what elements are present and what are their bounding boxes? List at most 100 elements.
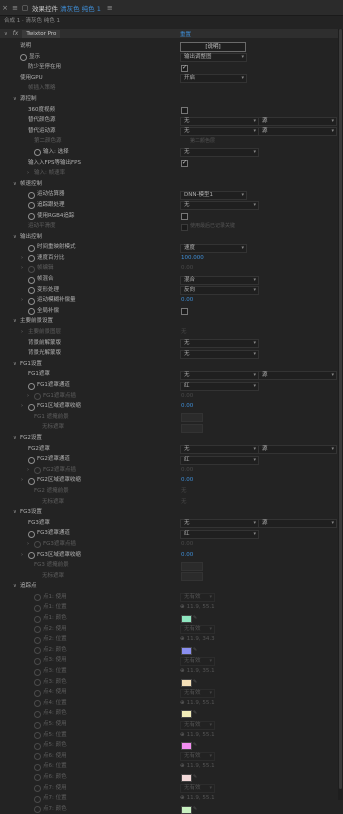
property-dropdown[interactable]: 无 ▾ [180,370,259,380]
property-checkbox[interactable] [181,223,188,231]
stopwatch-icon[interactable] [34,806,41,814]
property-dropdown[interactable]: 无 ▾ [180,201,259,211]
property-value[interactable]: 100.000 [181,253,204,264]
property-value[interactable]: 0.00 [181,475,193,486]
close-icon[interactable]: × [0,3,10,13]
reset-link[interactable]: 重置 [180,30,191,38]
panel-menu-icon[interactable]: ≡ [107,4,113,12]
property-value[interactable]: 无 [181,327,187,338]
stopwatch-icon[interactable] [34,785,41,793]
stopwatch-icon[interactable] [28,255,35,263]
twirl-open-icon[interactable]: ∨ [13,581,17,592]
property-dropdown[interactable]: 无 ▾ [180,445,259,455]
twirl-open-icon[interactable]: ∨ [13,94,17,105]
property-checkbox[interactable] [181,308,188,316]
property-dropdown[interactable]: 反向 ▾ [180,286,259,296]
property-checkbox[interactable] [181,213,188,220]
property-dropdown[interactable]: 输出调整图 ▾ [180,53,247,63]
twirl-open-icon[interactable]: ∨ [13,433,17,444]
scroll-thumb[interactable] [339,29,342,789]
property-dropdown[interactable]: 无 ▾ [180,116,259,126]
twirl-closed-icon[interactable]: › [27,168,29,179]
property-dropdown[interactable]: 红 ▾ [180,381,259,391]
property-dropdown-secondary[interactable]: 源 ▾ [258,116,337,126]
color-swatch[interactable] [181,678,192,687]
stopwatch-icon[interactable] [20,54,27,62]
eyedropper-icon[interactable]: ✎ [193,645,197,656]
property-checkbox[interactable] [181,158,188,169]
property-value[interactable]: 0.00 [181,539,193,550]
stopwatch-icon[interactable] [34,753,41,761]
scrollbar[interactable] [338,29,343,800]
twirl-open-icon[interactable]: ∨ [4,31,8,37]
eyedropper-icon[interactable]: ✎ [193,740,197,751]
property-dropdown[interactable]: 无 ▾ [180,519,259,529]
lock-icon[interactable]: ▢ [20,3,30,13]
color-swatch[interactable] [181,742,192,751]
property-dropdown[interactable]: 无 ▾ [180,148,259,158]
point-value[interactable]: ⊕ 11.9, 35.1 [180,666,215,677]
stopwatch-icon[interactable] [28,213,35,220]
stopwatch-icon[interactable] [34,393,41,401]
crosshair-icon[interactable]: ⊕ [180,732,185,738]
stopwatch-icon[interactable] [28,308,35,316]
stopwatch-icon[interactable] [34,732,41,740]
eyedropper-icon[interactable]: ✎ [193,772,197,783]
property-dropdown[interactable]: DNN-模型1 ▾ [180,190,247,200]
stopwatch-icon[interactable] [34,594,41,602]
stopwatch-icon[interactable] [34,149,41,157]
stopwatch-icon[interactable] [34,710,41,718]
stopwatch-icon[interactable] [34,647,41,655]
stopwatch-icon[interactable] [28,456,35,464]
property-checkbox[interactable] [181,63,188,73]
property-dropdown-secondary[interactable]: 源 ▾ [258,519,337,529]
color-swatch[interactable] [181,615,192,624]
property-dropdown-secondary[interactable]: 源 ▾ [258,370,337,380]
eyedropper-icon[interactable]: ✎ [193,613,197,624]
point-value[interactable]: ⊕ 11.9, 55.1 [180,761,215,772]
eyedropper-icon[interactable]: ✎ [193,677,197,688]
stopwatch-icon[interactable] [34,615,41,623]
fx-toggle-icon[interactable]: fx [13,30,19,37]
property-dropdown[interactable]: 无 ▾ [180,349,259,359]
twirl-closed-icon[interactable]: › [21,475,23,486]
stopwatch-icon[interactable] [28,530,35,538]
stopwatch-icon[interactable] [34,774,41,782]
property-value[interactable]: 0.00 [181,550,193,561]
stopwatch-icon[interactable] [28,552,35,559]
crosshair-icon[interactable]: ⊕ [180,763,185,769]
stopwatch-icon[interactable] [34,604,41,612]
stopwatch-icon[interactable] [34,742,41,750]
crosshair-icon[interactable]: ⊕ [180,604,185,610]
property-dropdown[interactable]: 红 ▾ [180,529,259,539]
twirl-closed-icon[interactable]: › [27,539,29,550]
property-dropdown[interactable]: 混合 ▾ [180,275,259,285]
twirl-closed-icon[interactable]: › [21,401,23,412]
twirl-open-icon[interactable]: ∨ [13,507,17,518]
stopwatch-icon[interactable] [34,668,41,676]
stopwatch-icon[interactable] [28,403,35,411]
stopwatch-icon[interactable] [34,636,41,644]
eyedropper-icon[interactable]: ✎ [193,708,197,719]
color-swatch[interactable] [181,805,192,814]
twirl-closed-icon[interactable]: › [21,253,23,264]
color-swatch[interactable] [181,710,192,719]
stopwatch-icon[interactable] [34,721,41,729]
stopwatch-icon[interactable] [34,679,41,687]
stopwatch-icon[interactable] [34,700,41,708]
stopwatch-icon[interactable] [28,382,35,390]
stopwatch-icon[interactable] [34,689,41,697]
crosshair-icon[interactable]: ⊕ [180,636,185,642]
crosshair-icon[interactable]: ⊕ [180,795,185,801]
twirl-open-icon[interactable]: ∨ [13,232,17,243]
property-value[interactable]: 无 [181,497,187,508]
property-dropdown-secondary[interactable]: 源 ▾ [258,445,337,455]
stopwatch-icon[interactable] [28,477,35,485]
point-value[interactable]: ⊕ 11.9, 55.1 [180,602,215,613]
property-dropdown[interactable]: 无 ▾ [180,339,259,349]
stopwatch-icon[interactable] [34,763,41,771]
hamburger-icon[interactable]: ≡ [10,3,20,13]
stopwatch-icon[interactable] [28,287,35,295]
crosshair-icon[interactable]: ⊕ [180,700,185,706]
property-value[interactable]: 无 [181,486,187,497]
